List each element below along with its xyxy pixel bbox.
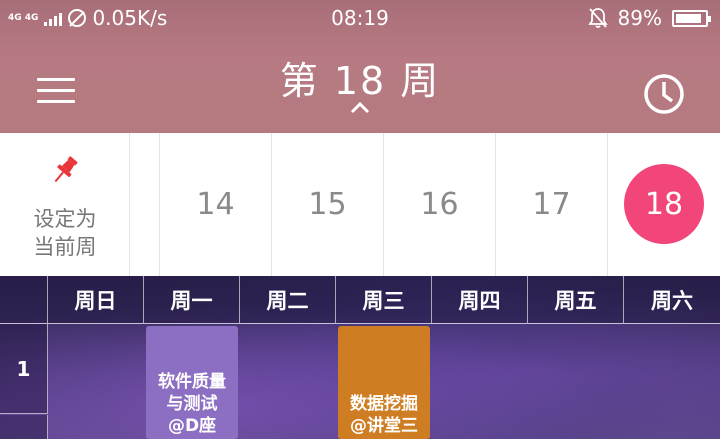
bell-muted-icon [587,8,608,28]
app-header: 4G 4G 0.05K/s 08:19 89% 第 18 周 [0,0,720,133]
set-current-week-label: 设定为 当前周 [0,205,130,261]
chevron-up-icon[interactable] [350,100,370,114]
battery-percent: 89% [617,6,662,30]
week-item-14[interactable]: 14 [160,133,272,276]
course-card-data-mining[interactable]: 数据挖掘@讲堂三 [338,326,430,439]
status-bar: 4G 4G 0.05K/s 08:19 89% [0,0,720,38]
week-number: 15 [308,187,347,222]
week-list: 14 15 16 17 18 [130,133,720,276]
period-number: 1 [0,324,48,414]
week-number: 14 [196,187,235,222]
week-number: 16 [420,187,459,222]
day-header-saturday: 周六 [651,288,693,313]
week-item-16[interactable]: 16 [384,133,496,276]
day-header-thursday: 周四 [432,276,528,323]
header-divider [0,323,720,324]
period-column: 1 [0,324,48,439]
week-number: 17 [532,187,571,222]
timetable: 周日 周一 周二 周三 周四 周五 周六 1 软件质量与测试@D座 数据挖掘@讲… [0,276,720,439]
battery-icon [672,9,711,27]
week-title[interactable]: 第 18 周 [0,50,720,105]
clock-icon[interactable] [642,72,686,116]
course-card-software-testing[interactable]: 软件质量与测试@D座 [146,326,238,439]
day-header-monday: 周一 [144,276,240,323]
week-item-18-selected[interactable]: 18 [608,133,720,276]
week-item-17[interactable]: 17 [496,133,608,276]
week-item-15[interactable]: 15 [272,133,384,276]
day-header-friday: 周五 [528,276,624,323]
day-header-corner [0,276,48,323]
set-current-week-button[interactable]: 设定为 当前周 [0,133,130,276]
week-number: 18 [644,187,684,222]
course-card-text: 软件质量与测试@D座 [158,372,226,436]
status-right: 89% [587,6,711,30]
day-header-row: 周日 周一 周二 周三 周四 周五 周六 [0,276,720,323]
set-current-week-label-line1: 设定为 [33,207,97,231]
set-current-week-label-line2: 当前周 [33,235,97,259]
week-item-partial[interactable] [130,133,160,276]
day-header-tuesday: 周二 [240,276,336,323]
course-card-text: 数据挖掘@讲堂三 [350,394,418,436]
day-header-sunday: 周日 [48,276,144,323]
day-header-wednesday: 周三 [336,276,432,323]
week-selector: 设定为 当前周 14 15 16 17 18 [0,133,720,276]
period-number-next [0,415,48,439]
pin-icon [54,156,78,183]
